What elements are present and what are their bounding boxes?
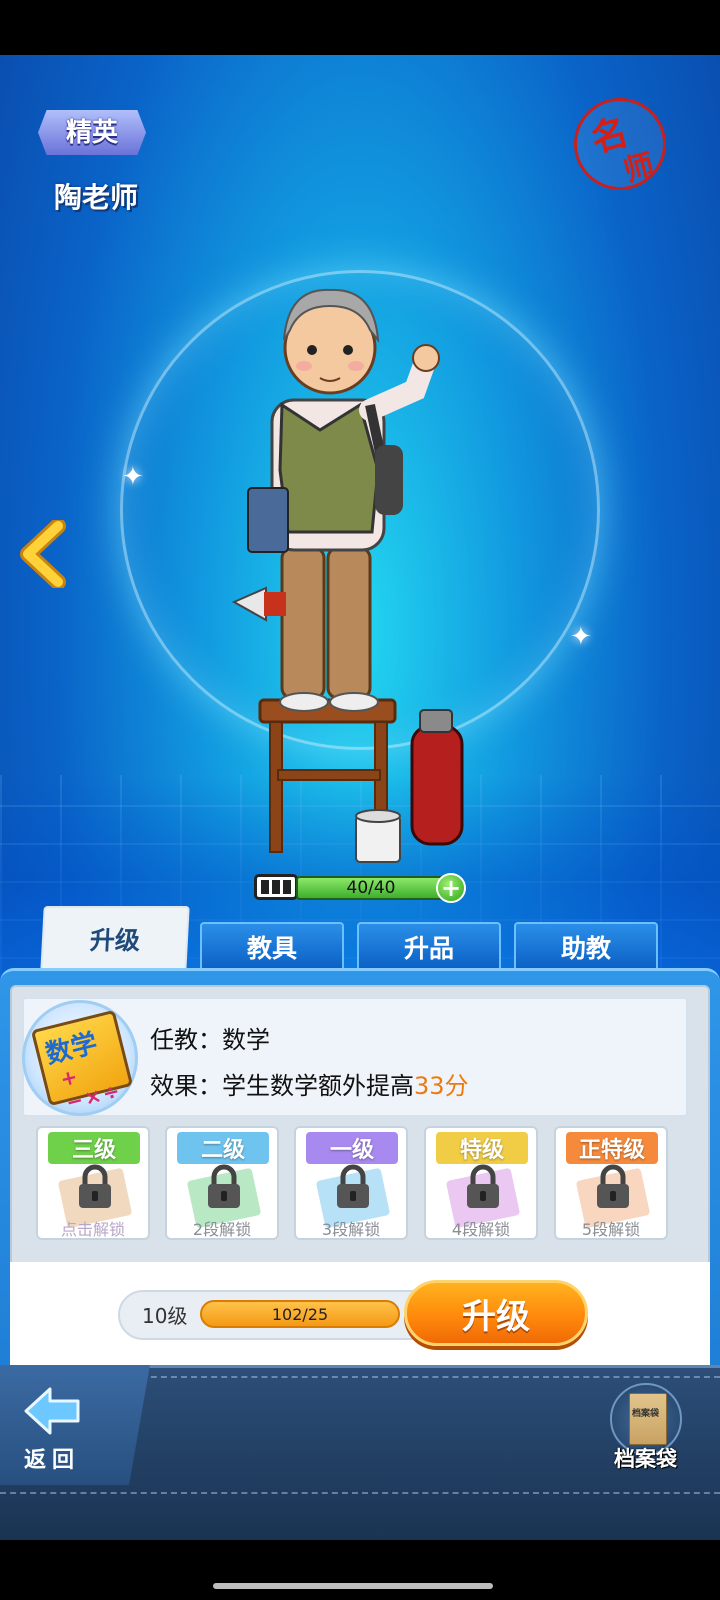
grade-card-level1[interactable]: 一级 3段解锁	[294, 1126, 408, 1240]
energy-track: 40/40	[296, 876, 446, 900]
home-indicator[interactable]	[213, 1583, 493, 1589]
subject-value: 数学	[222, 1026, 270, 1054]
archive-label[interactable]: 档案袋	[614, 1443, 677, 1473]
teacher-name: 陶老师	[54, 181, 139, 214]
grade-unlock-text: 2段解锁	[192, 1220, 252, 1239]
tab-assistant[interactable]: 助教	[514, 922, 658, 972]
subject-label: 任教：	[150, 1026, 222, 1054]
rank-banner: 精英	[38, 110, 146, 155]
famous-teacher-seal: 名 师	[574, 98, 666, 190]
grade-label: 特级	[436, 1132, 528, 1164]
chevron-left-icon[interactable]	[18, 520, 68, 588]
grade-label: 二级	[177, 1132, 269, 1164]
envelope-icon: 档案袋	[629, 1393, 667, 1445]
book-cover: 数学 +−×÷	[30, 1009, 134, 1115]
effect-label: 效果：	[150, 1072, 222, 1100]
back-arrow-icon[interactable]	[22, 1385, 82, 1437]
lock-icon	[597, 1164, 629, 1208]
envelope-text: 档案袋	[632, 1409, 660, 1419]
tab-label: 升级	[89, 926, 141, 955]
tab-label: 教具	[246, 934, 297, 963]
sparkle-icon: ✦	[122, 462, 144, 492]
level-text: 10级	[142, 1304, 188, 1328]
grade-card-level3[interactable]: 三级 点击解锁	[36, 1126, 150, 1240]
experience-bar: 102/25	[200, 1300, 400, 1328]
back-label[interactable]: 返回	[24, 1442, 80, 1474]
grade-card-senior-special[interactable]: 正特级 5段解锁	[554, 1126, 668, 1240]
grade-unlock-text: 3段解锁	[321, 1220, 381, 1239]
tab-promote[interactable]: 升品	[357, 922, 501, 972]
tab-label: 升品	[403, 934, 454, 963]
teacher-character	[231, 288, 464, 863]
sparkle-icon: ✦	[570, 622, 592, 652]
tab-teaching-tools[interactable]: 教具	[200, 922, 344, 972]
battery-icon	[254, 874, 302, 900]
grade-unlock-text: 点击解锁	[60, 1220, 125, 1239]
system-nav-bar	[0, 1540, 720, 1600]
lock-icon	[337, 1164, 369, 1208]
grade-card-level2[interactable]: 二级 2段解锁	[165, 1126, 279, 1240]
grade-label: 正特级	[566, 1132, 658, 1164]
effect-value: 33分	[414, 1072, 469, 1100]
seal-char-2: 师	[619, 147, 658, 190]
energy-value: 40/40	[346, 878, 396, 898]
grade-label: 三级	[48, 1132, 140, 1164]
grade-label: 一级	[306, 1132, 398, 1164]
tab-upgrade[interactable]: 升级	[40, 906, 190, 972]
rank-label: 精英	[65, 117, 118, 148]
grade-card-special[interactable]: 特级 4段解锁	[424, 1126, 538, 1240]
upgrade-button[interactable]: 升级	[404, 1280, 588, 1346]
upgrade-button-label: 升级	[462, 1296, 530, 1337]
energy-bar: 40/40 +	[254, 870, 466, 904]
effect-line: 效果：学生数学额外提高33分	[150, 1066, 469, 1101]
lock-icon	[79, 1164, 111, 1208]
effect-text: 学生数学额外提高	[222, 1072, 414, 1100]
math-book-icon: 数学 +−×÷	[22, 1000, 138, 1116]
lock-icon	[208, 1164, 240, 1208]
grade-unlock-text: 4段解锁	[451, 1220, 511, 1239]
status-bar	[0, 0, 720, 55]
grade-unlock-text: 5段解锁	[581, 1220, 641, 1239]
stitch-line	[0, 1492, 720, 1494]
lock-icon	[467, 1164, 499, 1208]
experience-value: 102/25	[271, 1304, 329, 1324]
add-energy-button[interactable]: +	[436, 873, 466, 903]
subject-line: 任教：数学	[150, 1020, 270, 1055]
tab-label: 助教	[560, 934, 611, 963]
plus-icon: +	[440, 874, 462, 902]
